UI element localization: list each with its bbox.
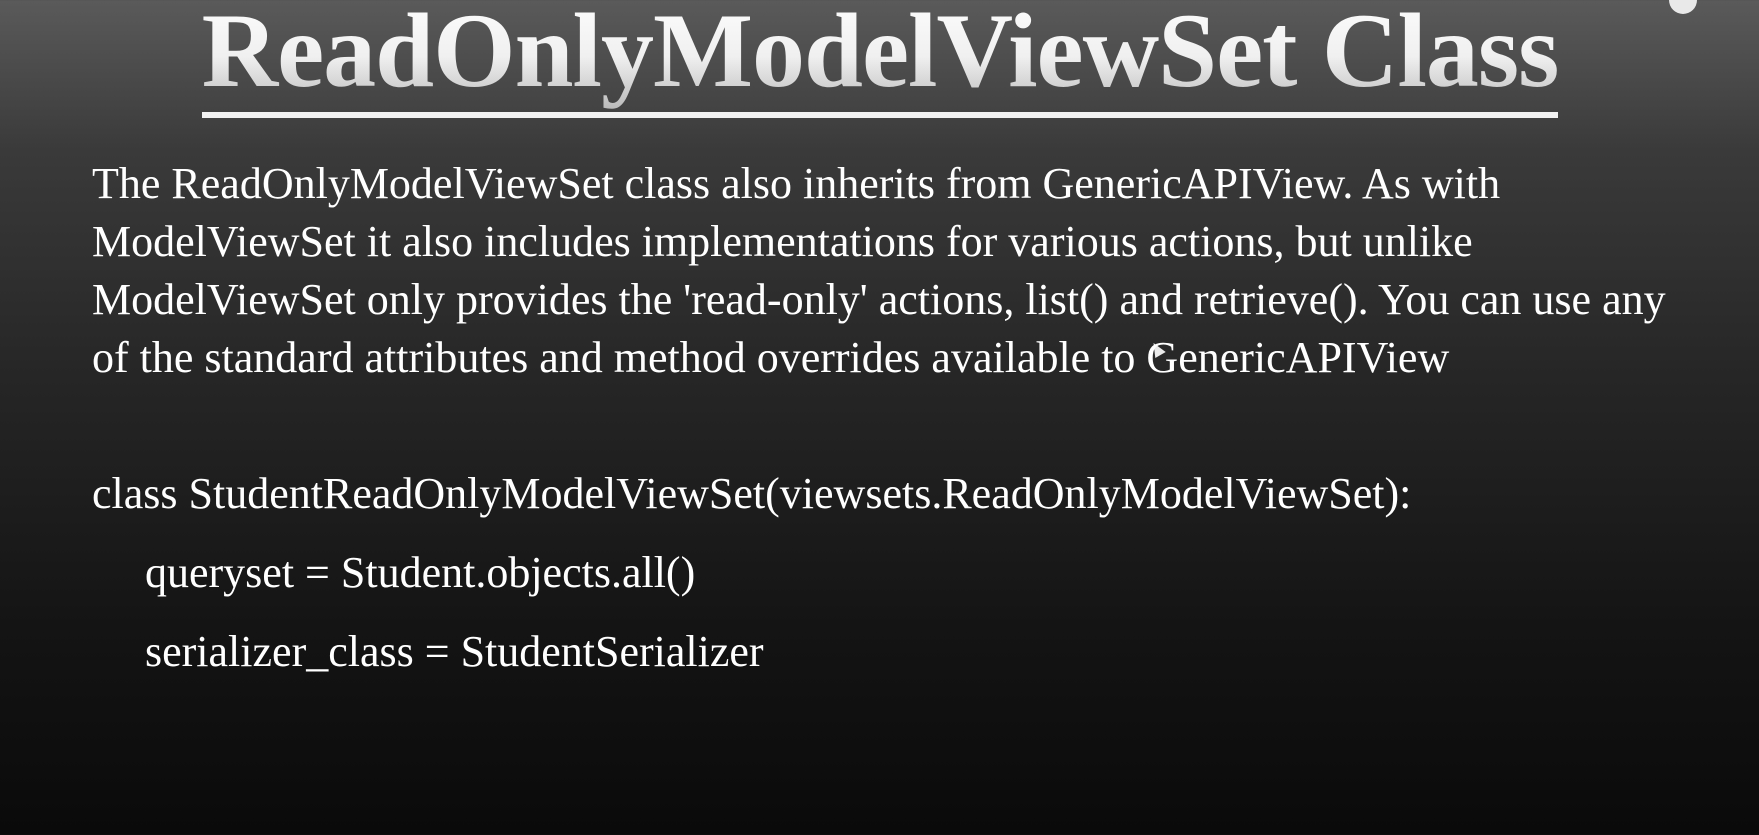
title-container: ReadOnlyModelViewSet Class <box>0 0 1759 118</box>
code-queryset-line: queryset = Student.objects.all() <box>145 548 696 597</box>
slide-title: ReadOnlyModelViewSet Class <box>201 0 1559 118</box>
slide-description: The ReadOnlyModelViewSet class also inhe… <box>92 159 1666 382</box>
slide: ReadOnlyModelViewSet Class The ReadOnlyM… <box>0 0 1759 835</box>
code-serializer-line: serializer_class = StudentSerializer <box>145 627 764 676</box>
code-class-line: class StudentReadOnlyModelViewSet(viewse… <box>92 469 1412 518</box>
